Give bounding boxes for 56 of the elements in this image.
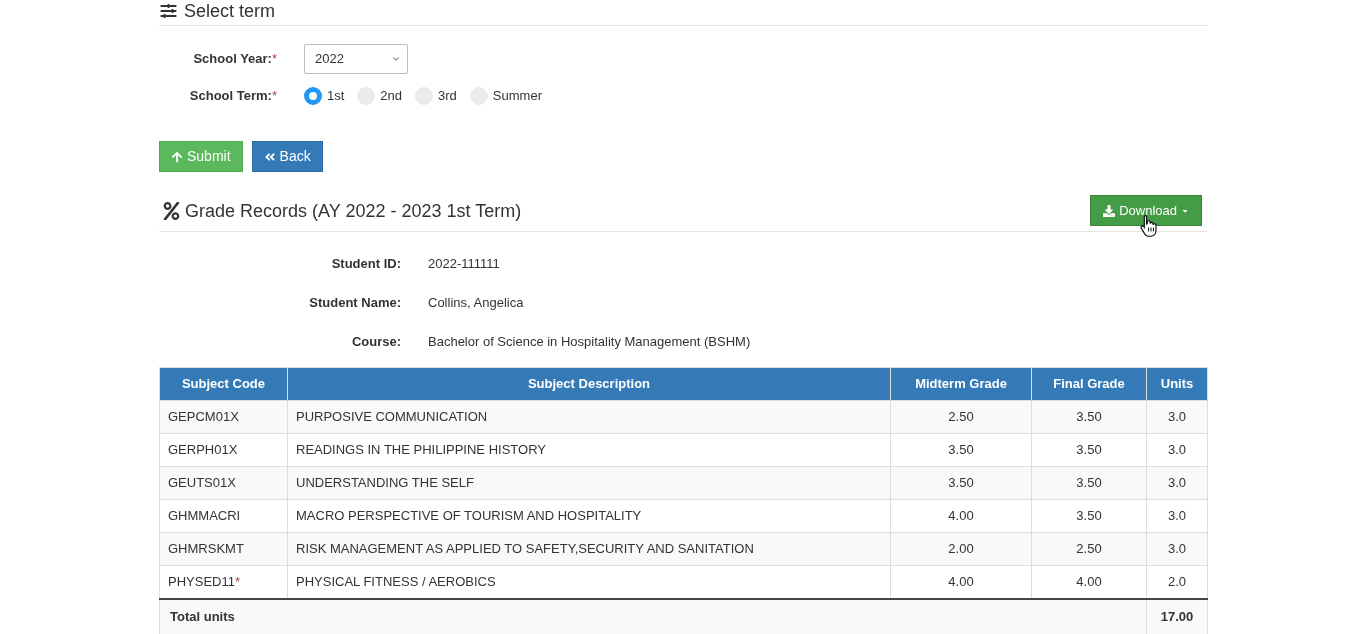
arrow-up-icon <box>171 150 183 163</box>
field-label: School Term:* <box>189 87 277 106</box>
table-cell: GHMRSKMT <box>159 532 288 566</box>
table-cell: GEUTS01X <box>159 466 288 500</box>
table-cell: 3.0 <box>1146 433 1208 467</box>
column-header: Subject Code <box>159 367 288 401</box>
table-cell: 3.0 <box>1146 466 1208 500</box>
double-chevron-left-icon <box>263 150 276 163</box>
info-value: Collins, Angelica <box>428 294 524 313</box>
section-title: Grade Records (AY 2022 - 2023 1st Term) <box>185 199 522 222</box>
table-cell: GERPH01X <box>159 433 288 467</box>
total-units-label: Total units <box>159 598 1147 634</box>
info-label: Course: <box>351 333 401 352</box>
table-cell: UNDERSTANDING THE SELF <box>287 466 891 500</box>
table-cell: 2.50 <box>1031 532 1147 566</box>
download-icon <box>1103 204 1116 217</box>
total-units-value: 17.00 <box>1146 598 1208 634</box>
hand-cursor-icon <box>1140 214 1159 237</box>
table-cell: 4.00 <box>890 499 1032 533</box>
chevron-down-icon <box>391 54 401 64</box>
radio-option[interactable]: Summer <box>469 86 542 106</box>
table-cell: GEPCM01X <box>159 400 288 434</box>
radio-option[interactable]: 1st <box>304 86 345 106</box>
percent-icon <box>163 201 180 220</box>
table-cell: 3.0 <box>1146 400 1208 434</box>
table-cell: PURPOSIVE COMMUNICATION <box>287 400 891 434</box>
section-title: Select term <box>184 0 276 22</box>
table-cell: 3.0 <box>1146 532 1208 566</box>
field-label: School Year:* <box>193 50 277 69</box>
table-cell: 2.50 <box>890 400 1032 434</box>
table-cell: GHMMACRI <box>159 499 288 533</box>
info-label: Student ID: <box>331 255 401 274</box>
table-cell: RISK MANAGEMENT AS APPLIED TO SAFETY,SECURITY AND SANITATION <box>287 532 891 566</box>
table-cell: 2.00 <box>890 532 1032 566</box>
radio-option[interactable]: 2nd <box>357 86 403 106</box>
table-cell: 3.0 <box>1146 499 1208 533</box>
column-header: Subject Description <box>287 367 891 401</box>
info-value: Bachelor of Science in Hospitality Management (BSHM) <box>428 333 751 352</box>
table-cell: MACRO PERSPECTIVE OF TOURISM AND HOSPITALITY <box>287 499 891 533</box>
info-label: Student Name: <box>309 294 401 313</box>
school-year-select[interactable]: 2022 <box>304 44 408 74</box>
table-cell: 3.50 <box>890 433 1032 467</box>
back-button[interactable]: Back <box>251 141 323 172</box>
table-cell: 3.50 <box>1031 499 1147 533</box>
column-header: Final Grade <box>1031 367 1147 401</box>
radio-option[interactable]: 3rd <box>415 86 457 106</box>
info-value: 2022-111111 <box>428 255 500 274</box>
table-cell: 3.50 <box>1031 433 1147 467</box>
table-cell: 3.50 <box>1031 400 1147 434</box>
sliders-icon <box>159 3 178 19</box>
radio-checked-icon[interactable] <box>304 87 322 105</box>
table-cell: READINGS IN THE PHILIPPINE HISTORY <box>287 433 891 467</box>
table-cell: 3.50 <box>1031 466 1147 500</box>
table-cell: 3.50 <box>890 466 1032 500</box>
column-header: Midterm Grade <box>890 367 1032 401</box>
column-header: Units <box>1146 367 1208 401</box>
